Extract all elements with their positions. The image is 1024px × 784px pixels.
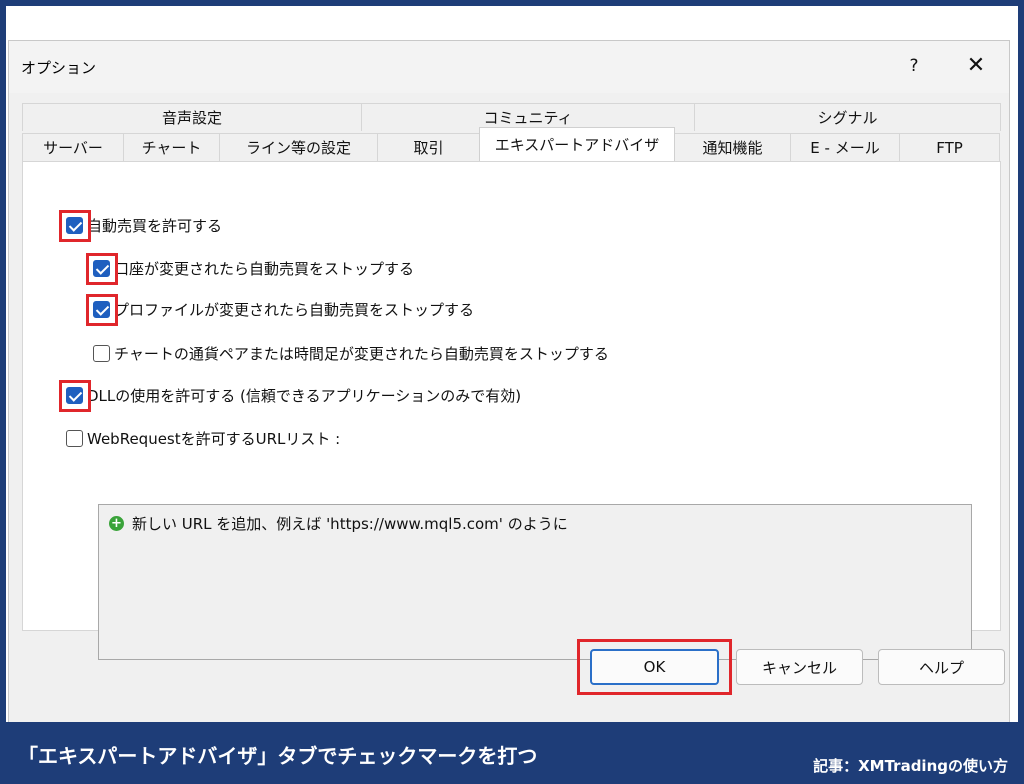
stop-on-symbol-change-label: チャートの通貨ペアまたは時間足が変更されたら自動売買をストップする	[114, 345, 609, 363]
allow-webrequest-checkbox[interactable]	[66, 430, 83, 447]
option-allow-dll[interactable]: DLLの使用を許可する (信頼できるアプリケーションのみで有効)	[59, 380, 522, 412]
allow-dll-label: DLLの使用を許可する (信頼できるアプリケーションのみで有効)	[87, 387, 522, 405]
caption-main-text: 「エキスパートアドバイザ」タブでチェックマークを打つ	[18, 744, 538, 768]
tab-ftp[interactable]: FTP	[899, 133, 1000, 161]
tab-notifications[interactable]: 通知機能	[674, 133, 791, 161]
help-icon[interactable]: ?	[901, 53, 927, 79]
caption-source-text: 記事：XMTradingの使い方	[813, 757, 1008, 775]
tab-trade[interactable]: 取引	[377, 133, 480, 161]
option-stop-on-symbol-change[interactable]: チャートの通貨ペアまたは時間足が変更されたら自動売買をストップする	[93, 343, 609, 364]
add-plus-icon: +	[109, 516, 124, 531]
tab-expert-advisors[interactable]: エキスパートアドバイザ	[479, 127, 675, 161]
ok-button[interactable]: OK	[590, 649, 719, 685]
allow-dll-checkbox[interactable]	[59, 380, 91, 412]
tab-objects[interactable]: ライン等の設定	[219, 133, 378, 161]
tab-sound[interactable]: 音声設定	[22, 103, 362, 131]
allow-auto-trading-label: 自動売買を許可する	[87, 217, 223, 235]
option-allow-webrequest[interactable]: WebRequestを許可するURLリスト :	[66, 428, 340, 449]
allow-webrequest-label: WebRequestを許可するURLリスト :	[87, 430, 341, 448]
stop-on-account-change-checkbox[interactable]	[86, 253, 118, 285]
option-allow-auto-trading[interactable]: 自動売買を許可する	[59, 210, 223, 242]
help-button[interactable]: ヘルプ	[878, 649, 1005, 685]
allow-auto-trading-checkbox[interactable]	[59, 210, 91, 242]
tab-row-bottom: サーバー チャート ライン等の設定 取引 エキスパートアドバイザ 通知機能 E …	[22, 127, 1001, 161]
title-bar: オプション ? ✕	[9, 41, 1009, 93]
tab-server[interactable]: サーバー	[22, 133, 124, 161]
url-add-label: 新しい URL を追加、例えば 'https://www.mql5.com' の…	[132, 515, 568, 533]
options-dialog: オプション ? ✕ 音声設定 コミュニティ シグナル サーバー チャート ライン…	[8, 40, 1010, 724]
option-stop-on-account-change[interactable]: 口座が変更されたら自動売買をストップする	[86, 253, 415, 285]
stop-on-account-change-label: 口座が変更されたら自動売買をストップする	[114, 260, 415, 278]
stop-on-symbol-change-checkbox[interactable]	[93, 345, 110, 362]
caption-bar: 「エキスパートアドバイザ」タブでチェックマークを打つ 記事：XMTradingの…	[0, 722, 1024, 784]
option-stop-on-profile-change[interactable]: プロファイルが変更されたら自動売買をストップする	[86, 294, 475, 326]
url-add-item[interactable]: + 新しい URL を追加、例えば 'https://www.mql5.com'…	[109, 513, 568, 534]
url-list[interactable]: + 新しい URL を追加、例えば 'https://www.mql5.com'…	[98, 504, 972, 660]
close-icon[interactable]: ✕	[961, 51, 991, 81]
stop-on-profile-change-label: プロファイルが変更されたら自動売買をストップする	[114, 301, 475, 319]
tab-charts[interactable]: チャート	[123, 133, 220, 161]
cancel-button[interactable]: キャンセル	[736, 649, 863, 685]
tab-email[interactable]: E - メール	[790, 133, 900, 161]
expert-advisors-panel: 自動売買を許可する 口座が変更されたら自動売買をストップする プロファイルが変更…	[22, 161, 1001, 660]
dialog-title: オプション	[21, 59, 97, 77]
stop-on-profile-change-checkbox[interactable]	[86, 294, 118, 326]
tab-signals[interactable]: シグナル	[694, 103, 1001, 131]
